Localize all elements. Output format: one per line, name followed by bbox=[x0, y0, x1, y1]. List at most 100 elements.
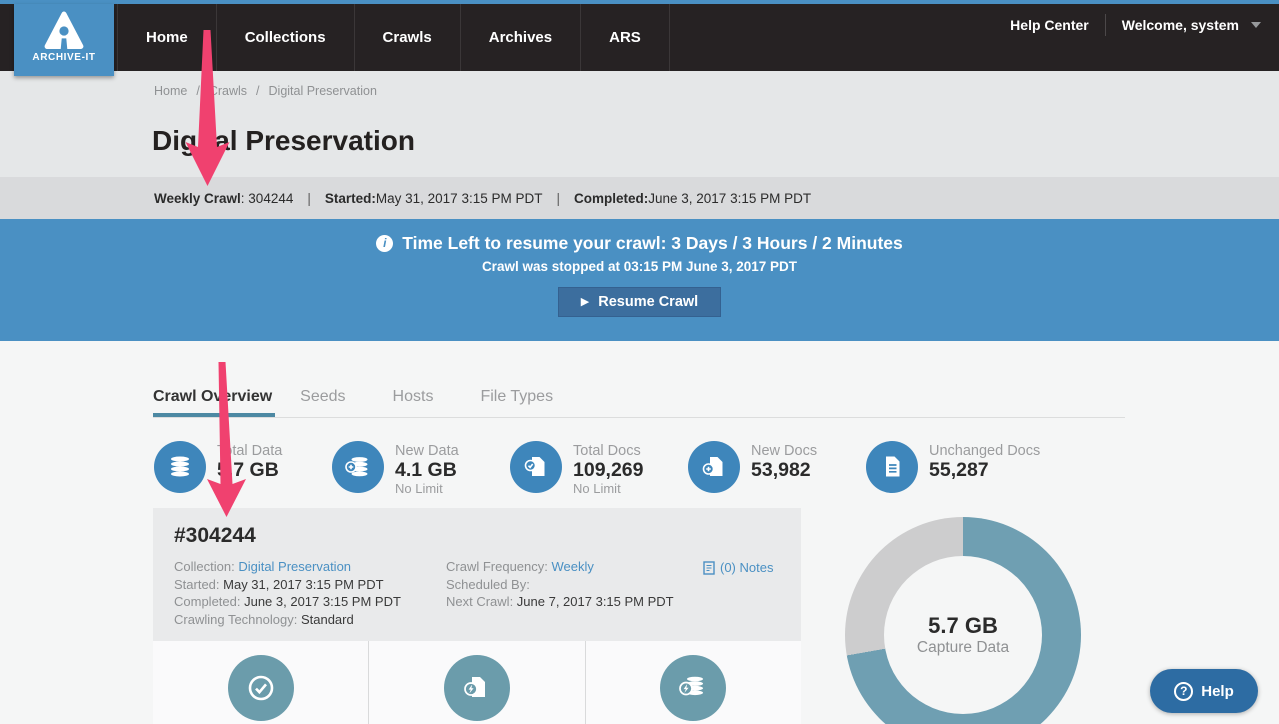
bottom-cell-queued-docs bbox=[368, 641, 584, 724]
stat-total-docs: Total Docs 109,269 No Limit bbox=[510, 441, 688, 497]
crawl-tabs: Crawl Overview Seeds Hosts File Types bbox=[153, 388, 553, 417]
stat-label: Unchanged Docs bbox=[929, 443, 1040, 460]
breadcrumb: Home / Crawls / Digital Preservation bbox=[154, 84, 377, 98]
brand-text: ARCHIVE-IT bbox=[32, 52, 95, 63]
database-icon bbox=[154, 441, 206, 493]
stat-unchanged-docs: Unchanged Docs 55,287 bbox=[866, 441, 1040, 497]
stat-new-docs: New Docs 53,982 bbox=[688, 441, 866, 497]
stat-value: 53,982 bbox=[751, 460, 817, 481]
archive-it-crawl-page: Home Collections Crawls Archives ARS Hel… bbox=[0, 0, 1279, 724]
document-check-icon bbox=[510, 441, 562, 493]
nav-item-home[interactable]: Home bbox=[117, 4, 217, 71]
resume-banner: i Time Left to resume your crawl: 3 Days… bbox=[0, 219, 1279, 341]
archive-it-logo[interactable]: ARCHIVE-IT bbox=[14, 4, 114, 76]
stat-value: 55,287 bbox=[929, 460, 1040, 481]
capture-data-value: 5.7 GB bbox=[928, 614, 998, 638]
completed-value: June 3, 2017 3:15 PM PDT bbox=[244, 594, 401, 609]
breadcrumb-current: Digital Preservation bbox=[269, 84, 377, 98]
nav-item-archives[interactable]: Archives bbox=[461, 4, 581, 71]
stat-label: New Data bbox=[395, 443, 459, 460]
tab-seeds[interactable]: Seeds bbox=[300, 388, 345, 417]
crawl-id: : 304244 bbox=[241, 191, 294, 206]
stats-row: Total Data 5.7 GB New Data 4.1 GB No Lim… bbox=[154, 441, 1040, 497]
resume-crawl-button[interactable]: ▶ Resume Crawl bbox=[558, 287, 721, 317]
bar-separator: | bbox=[307, 191, 311, 206]
nav-utility: Help Center Welcome, system bbox=[1010, 14, 1261, 36]
banner-subtext: Crawl was stopped at 03:15 PM June 3, 20… bbox=[0, 259, 1279, 274]
started-label: Started: bbox=[325, 191, 376, 206]
donut-center: 5.7 GB Capture Data bbox=[884, 556, 1042, 714]
next-crawl-value: June 7, 2017 3:15 PM PDT bbox=[517, 594, 674, 609]
detail-left-column: Collection: Digital Preservation Started… bbox=[174, 558, 401, 628]
frequency-label: Crawl Frequency: bbox=[446, 559, 551, 574]
tabs-underline bbox=[153, 417, 1125, 418]
note-page-icon bbox=[703, 561, 715, 575]
page-title: Digital Preservation bbox=[152, 125, 415, 157]
crawl-type-label: Weekly Crawl bbox=[154, 191, 241, 206]
bar-separator: | bbox=[556, 191, 560, 206]
stat-value: 4.1 GB bbox=[395, 460, 459, 481]
started-label: Started: bbox=[174, 577, 223, 592]
next-crawl-label: Next Crawl: bbox=[446, 594, 517, 609]
help-button[interactable]: ? Help bbox=[1150, 669, 1258, 713]
crawl-detail-id: #304244 bbox=[174, 524, 256, 548]
play-icon: ▶ bbox=[581, 297, 589, 308]
resume-crawl-label: Resume Crawl bbox=[598, 294, 698, 310]
completed-label: Completed: bbox=[574, 191, 648, 206]
bottom-cell-queued-data bbox=[585, 641, 801, 724]
notes-label: (0) Notes bbox=[720, 560, 773, 575]
info-icon: i bbox=[376, 235, 393, 252]
breadcrumb-separator: / bbox=[256, 84, 259, 98]
bottom-cell-status bbox=[153, 641, 368, 724]
database-bolt-icon bbox=[660, 655, 726, 721]
completed-label: Completed: bbox=[174, 594, 244, 609]
chevron-down-icon bbox=[1251, 22, 1261, 28]
stat-new-data: New Data 4.1 GB No Limit bbox=[332, 441, 510, 497]
user-menu[interactable]: Welcome, system bbox=[1122, 17, 1239, 33]
nav-item-collections[interactable]: Collections bbox=[217, 4, 355, 71]
page-header: Home / Crawls / Digital Preservation Dig… bbox=[0, 71, 1279, 177]
stat-note: No Limit bbox=[395, 481, 459, 497]
scheduled-by-label: Scheduled By: bbox=[446, 577, 530, 592]
document-lines-icon bbox=[866, 441, 918, 493]
tab-crawl-overview[interactable]: Crawl Overview bbox=[153, 388, 272, 417]
tab-hosts[interactable]: Hosts bbox=[393, 388, 434, 417]
help-label: Help bbox=[1201, 683, 1234, 700]
nav-item-ars[interactable]: ARS bbox=[581, 4, 670, 71]
started-value: May 31, 2017 3:15 PM PDT bbox=[376, 191, 543, 206]
breadcrumb-separator: / bbox=[196, 84, 199, 98]
detail-right-column: Crawl Frequency: Weekly Scheduled By: Ne… bbox=[446, 558, 674, 611]
tab-file-types[interactable]: File Types bbox=[480, 388, 553, 417]
banner-headline: i Time Left to resume your crawl: 3 Days… bbox=[0, 233, 1279, 254]
technology-value: Standard bbox=[301, 612, 354, 627]
check-circle-icon bbox=[228, 655, 294, 721]
frequency-link[interactable]: Weekly bbox=[551, 559, 593, 574]
archive-it-mark-icon bbox=[42, 9, 86, 53]
banner-headline-text: Time Left to resume your crawl: 3 Days /… bbox=[402, 233, 903, 254]
breadcrumb-home[interactable]: Home bbox=[154, 84, 187, 98]
started-value: May 31, 2017 3:15 PM PDT bbox=[223, 577, 383, 592]
bottom-stats-row bbox=[153, 641, 801, 724]
capture-donut: 5.7 GB Capture Data bbox=[845, 517, 1081, 724]
stat-label: Total Data bbox=[217, 443, 282, 460]
collection-link[interactable]: Digital Preservation bbox=[238, 559, 351, 574]
nav-item-crawls[interactable]: Crawls bbox=[355, 4, 461, 71]
help-center-link[interactable]: Help Center bbox=[1010, 17, 1089, 33]
stat-total-data: Total Data 5.7 GB bbox=[154, 441, 332, 497]
collection-label: Collection: bbox=[174, 559, 238, 574]
stat-label: New Docs bbox=[751, 443, 817, 460]
question-icon: ? bbox=[1174, 682, 1193, 701]
stat-value: 109,269 bbox=[573, 460, 644, 481]
database-plus-icon bbox=[332, 441, 384, 493]
breadcrumb-crawls[interactable]: Crawls bbox=[209, 84, 247, 98]
document-bolt-icon bbox=[444, 655, 510, 721]
crawl-detail-card: #304244 Collection: Digital Preservation… bbox=[153, 508, 801, 641]
capture-data-label: Capture Data bbox=[917, 638, 1009, 657]
nav-divider bbox=[1105, 14, 1106, 36]
crawl-info-bar: Weekly Crawl: 304244 | Started: May 31, … bbox=[0, 177, 1279, 219]
notes-link[interactable]: (0) Notes bbox=[703, 560, 773, 575]
document-plus-icon bbox=[688, 441, 740, 493]
nav-items: Home Collections Crawls Archives ARS bbox=[117, 4, 670, 71]
stat-note: No Limit bbox=[573, 481, 644, 497]
technology-label: Crawling Technology: bbox=[174, 612, 301, 627]
